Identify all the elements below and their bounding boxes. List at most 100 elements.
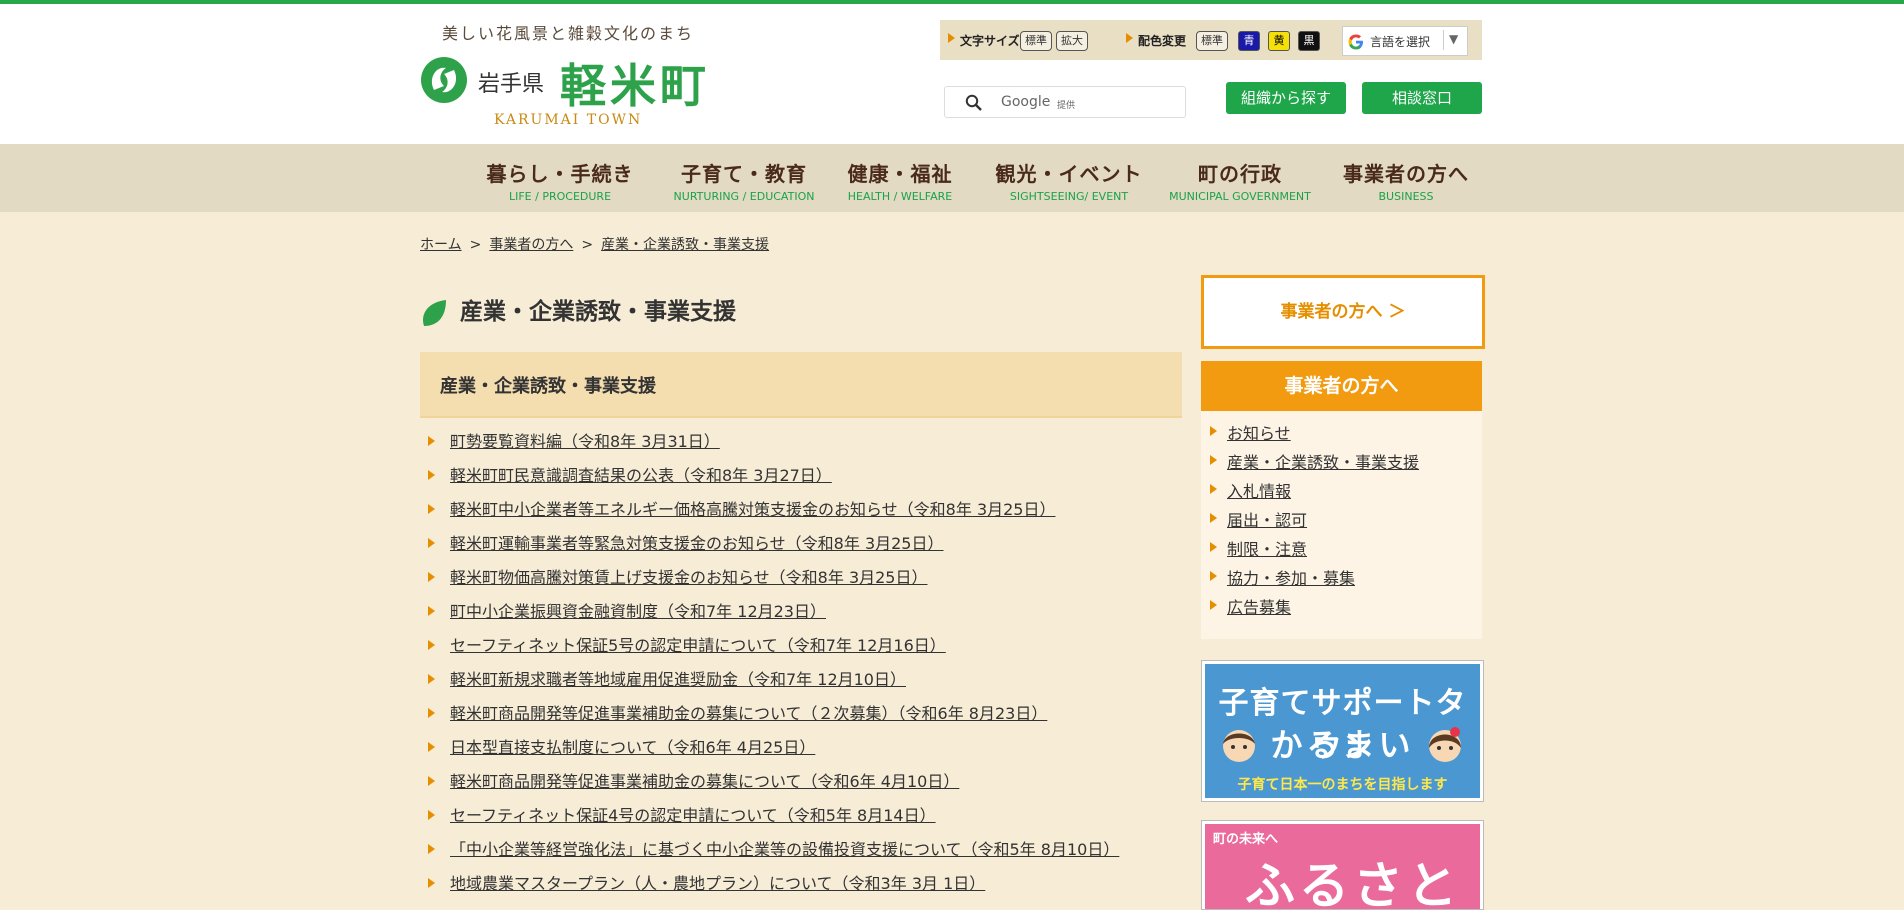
sidebar-link[interactable]: 広告募集 [1227,598,1291,617]
article-link[interactable]: 軽米町町民意識調査結果の公表（令和8年 3月27日） [450,466,832,485]
site-search-input[interactable]: Google 提供 [944,86,1186,118]
page-title: 産業・企業誘致・事業支援 [420,292,736,326]
girl-face-icon [1429,727,1461,762]
global-navigation: 暮らし・手続き LIFE / PROCEDURE 子育て・教育 NURTURIN… [0,144,1904,212]
font-large-button[interactable]: 拡大 [1056,31,1088,51]
article-link[interactable]: 軽米町新規求職者等地域雇用促進奨励金（令和7年 12月10日） [450,670,906,689]
google-g-icon [1348,34,1363,50]
prefecture-name: 岩手県 [478,72,545,97]
sidebar-item-permits: 届出・認可 [1210,507,1419,536]
breadcrumb-separator: > [581,237,594,253]
sidebar-item-industry: 産業・企業誘致・事業支援 [1210,449,1419,478]
org-search-button[interactable]: 組織から探す [1226,82,1346,114]
dropdown-arrow-icon: ▼ [1449,32,1459,46]
consultation-button[interactable]: 相談窓口 [1362,82,1482,114]
nav-item-education[interactable]: 子育て・教育 NURTURING / EDUCATION [664,158,824,203]
nav-item-business[interactable]: 事業者の方へ BUSINESS [1326,158,1486,203]
nav-sublabel: BUSINESS [1378,190,1434,203]
sidebar-link[interactable]: 産業・企業誘致・事業支援 [1227,453,1419,472]
sidebar-link[interactable]: 入札情報 [1227,482,1291,501]
banner-small-text: 町の未来へ [1213,832,1279,847]
article-link[interactable]: 町勢要覧資料編（令和8年 3月31日） [450,432,720,451]
nav-sublabel: NURTURING / EDUCATION [673,190,815,203]
nav-sublabel: LIFE / PROCEDURE [508,190,612,203]
search-icon[interactable] [965,94,983,112]
banner-big-text: ふるさと [1245,857,1461,910]
nav-sublabel: HEALTH / WELFARE [847,190,953,203]
font-size-label: 文字サイズ [960,34,1020,48]
sidebar-heading: 事業者の方へ [1201,361,1482,411]
banner-footer: 子育て日本一のまちを目指します [1237,777,1448,793]
article-link[interactable]: 軽米町運輸事業者等緊急対策支援金のお知らせ（令和8年 3月25日） [450,534,944,553]
article-link[interactable]: 日本型直接支払制度について（令和6年 4月25日） [450,738,815,757]
language-select-label: 言語を選択 [1370,35,1431,49]
list-item: 「中小企業等経営強化法」に基づく中小企業等の設備投資支援について（令和5年 8月… [428,836,1119,870]
nav-item-life[interactable]: 暮らし・手続き LIFE / PROCEDURE [480,158,640,203]
sidebar-item-restrictions: 制限・注意 [1210,536,1419,565]
list-item: 地域農業マスタープラン（人・農地プラン）について（令和3年 3月 1日） [428,870,1119,904]
town-name-english: KARUMAI TOWN [494,112,643,128]
breadcrumb-current[interactable]: 産業・企業誘致・事業支援 [601,237,769,253]
list-item: セーフティネット保証4号の認定申請について（令和5年 8月14日） [428,802,1119,836]
article-link[interactable]: 軽米町商品開発等促進事業補助金の募集について（２次募集）（令和6年 8月23日） [450,704,1047,723]
list-item: セーフティネット保証5号の認定申請について（令和7年 12月16日） [428,632,1119,666]
nav-item-tourism[interactable]: 観光・イベント SIGHTSEEING/ EVENT [984,158,1154,203]
arrow-icon [1126,33,1133,43]
article-link[interactable]: 「中小企業等経営強化法」に基づく中小企業等の設備投資支援について（令和5年 8月… [450,840,1119,859]
nav-item-government[interactable]: 町の行政 MUNICIPAL GOVERNMENT [1160,158,1320,203]
banner-background: 子育てサポートタウン かるまい 子育て日本一のまちを目指します [1205,664,1480,798]
nav-label: 町の行政 [1198,162,1282,186]
sidebar-link[interactable]: お知らせ [1227,424,1291,443]
nav-label: 健康・福祉 [847,162,953,186]
nav-label: 暮らし・手続き [486,162,634,186]
nav-label: 観光・イベント [995,162,1143,186]
breadcrumb: ホーム > 事業者の方へ > 産業・企業誘致・事業支援 [420,234,769,254]
list-item: 日本型直接支払制度について（令和6年 4月25日） [428,734,1119,768]
color-black-button[interactable]: 黒 [1298,31,1320,51]
list-item: 町中小企業振興資金融資制度（令和7年 12月23日） [428,598,1119,632]
divider [1443,30,1444,50]
font-standard-button[interactable]: 標準 [1020,31,1052,51]
nav-label: 子育て・教育 [681,162,807,186]
breadcrumb-home-link[interactable]: ホーム [420,237,462,253]
nav-sublabel: MUNICIPAL GOVERNMENT [1169,190,1311,203]
list-item: 軽米町町民意識調査結果の公表（令和8年 3月27日） [428,462,1119,496]
site-tagline: 美しい花風景と雑穀文化のまち [442,24,695,43]
list-item: 町勢要覧資料編（令和8年 3月31日） [428,428,1119,462]
color-yellow-button[interactable]: 黄 [1268,31,1290,51]
page-title-text: 産業・企業誘致・事業支援 [460,299,736,325]
list-item: 軽米町商品開発等促進事業補助金の募集について（令和6年 4月10日） [428,768,1119,802]
article-link[interactable]: 地域農業マスタープラン（人・農地プラン）について（令和3年 3月 1日） [450,874,985,893]
color-blue-button[interactable]: 青 [1238,31,1260,51]
color-change-label: 配色変更 [1138,34,1187,48]
breadcrumb-business-link[interactable]: 事業者の方へ [489,237,573,253]
article-link[interactable]: 軽米町物価高騰対策賃上げ支援金のお知らせ（令和8年 3月25日） [450,568,928,587]
sidebar-link[interactable]: 制限・注意 [1227,540,1307,559]
sidebar-menu: お知らせ 産業・企業誘致・事業支援 入札情報 届出・認可 制限・注意 協力・参加… [1210,420,1419,623]
business-back-button[interactable]: 事業者の方へ ＞ [1201,275,1485,349]
article-link[interactable]: 軽米町商品開発等促進事業補助金の募集について（令和6年 4月10日） [450,772,959,791]
childcare-support-banner[interactable]: 子育てサポートタウン かるまい 子育て日本一のまちを目指します [1201,660,1484,802]
list-item: 軽米町中小企業者等エネルギー価格高騰対策支援金のお知らせ（令和8年 3月25日） [428,496,1119,530]
color-standard-button[interactable]: 標準 [1196,31,1228,51]
article-list: 町勢要覧資料編（令和8年 3月31日） 軽米町町民意識調査結果の公表（令和8年 … [428,428,1119,904]
article-link[interactable]: セーフティネット保証5号の認定申請について（令和7年 12月16日） [450,636,946,655]
town-name-logo[interactable]: 軽米町 [560,50,710,116]
sidebar-item-ads: 広告募集 [1210,594,1419,623]
google-label: Google [1001,94,1051,110]
breadcrumb-separator: > [469,237,482,253]
list-item: 軽米町物価高騰対策賃上げ支援金のお知らせ（令和8年 3月25日） [428,564,1119,598]
sidebar-link[interactable]: 協力・参加・募集 [1227,569,1355,588]
furusato-banner[interactable]: 町の未来へ ふるさと [1201,820,1484,910]
list-item: 軽米町商品開発等促進事業補助金の募集について（２次募集）（令和6年 8月23日） [428,700,1119,734]
article-link[interactable]: 軽米町中小企業者等エネルギー価格高騰対策支援金のお知らせ（令和8年 3月25日） [450,500,1056,519]
nav-item-health[interactable]: 健康・福祉 HEALTH / WELFARE [830,158,970,203]
sidebar-link[interactable]: 届出・認可 [1227,511,1307,530]
town-emblem-icon[interactable] [420,56,468,104]
article-link[interactable]: 町中小企業振興資金融資制度（令和7年 12月23日） [450,602,826,621]
article-link[interactable]: セーフティネット保証4号の認定申請について（令和5年 8月14日） [450,806,936,825]
language-select[interactable]: 言語を選択 ▼ [1342,26,1468,56]
nav-label: 事業者の方へ [1343,162,1469,186]
nav-sublabel: SIGHTSEEING/ EVENT [1009,190,1129,203]
sidebar-item-news: お知らせ [1210,420,1419,449]
